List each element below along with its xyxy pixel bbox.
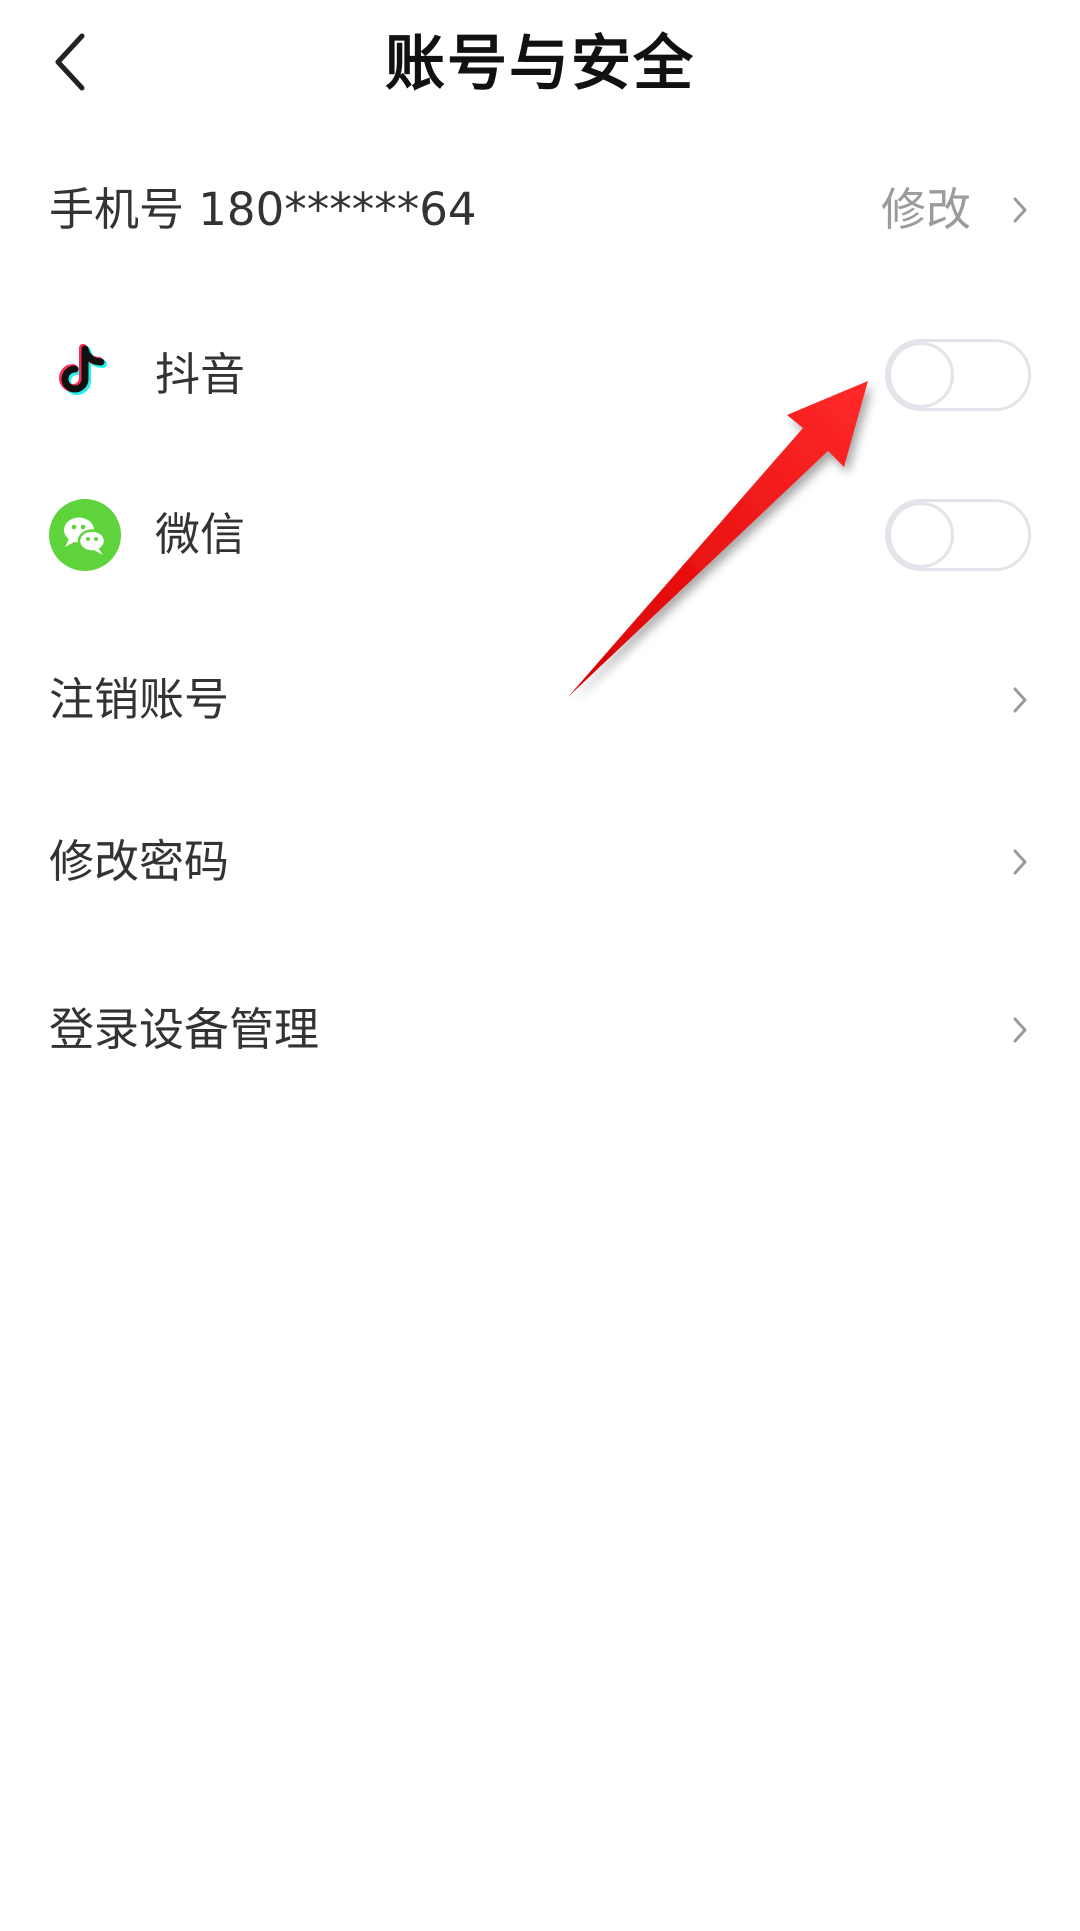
chevron-right-icon (1009, 190, 1031, 230)
douyin-icon (49, 339, 121, 411)
douyin-label: 抖音 (155, 348, 246, 401)
douyin-toggle[interactable] (885, 339, 1031, 411)
chevron-right-icon (1009, 680, 1031, 720)
chevron-right-icon (1009, 1010, 1031, 1050)
wechat-toggle[interactable] (885, 499, 1031, 571)
deactivate-account-row[interactable]: 注销账号 (0, 640, 1080, 760)
page-title: 账号与安全 (385, 29, 695, 99)
annotation-arrow-overlay (568, 381, 868, 697)
chevron-right-icon (1009, 842, 1031, 882)
device-management-label: 登录设备管理 (49, 1003, 320, 1056)
change-password-label: 修改密码 (49, 835, 230, 888)
header-bar: 账号与安全 (0, 0, 1080, 130)
phone-number-row[interactable]: 手机号 180******64 修改 (0, 150, 1080, 270)
douyin-bind-row: 抖音 (0, 315, 1080, 435)
phone-number-label: 手机号 180******64 (49, 183, 477, 236)
deactivate-account-label: 注销账号 (49, 673, 230, 726)
wechat-bind-row: 微信 (0, 475, 1080, 595)
douyin-toggle-knob (888, 342, 954, 408)
wechat-icon (49, 499, 121, 571)
device-management-row[interactable]: 登录设备管理 (0, 970, 1080, 1090)
change-password-row[interactable]: 修改密码 (0, 802, 1080, 922)
wechat-label: 微信 (155, 508, 246, 561)
modify-phone-link[interactable]: 修改 (881, 182, 971, 238)
wechat-toggle-knob (888, 502, 954, 568)
